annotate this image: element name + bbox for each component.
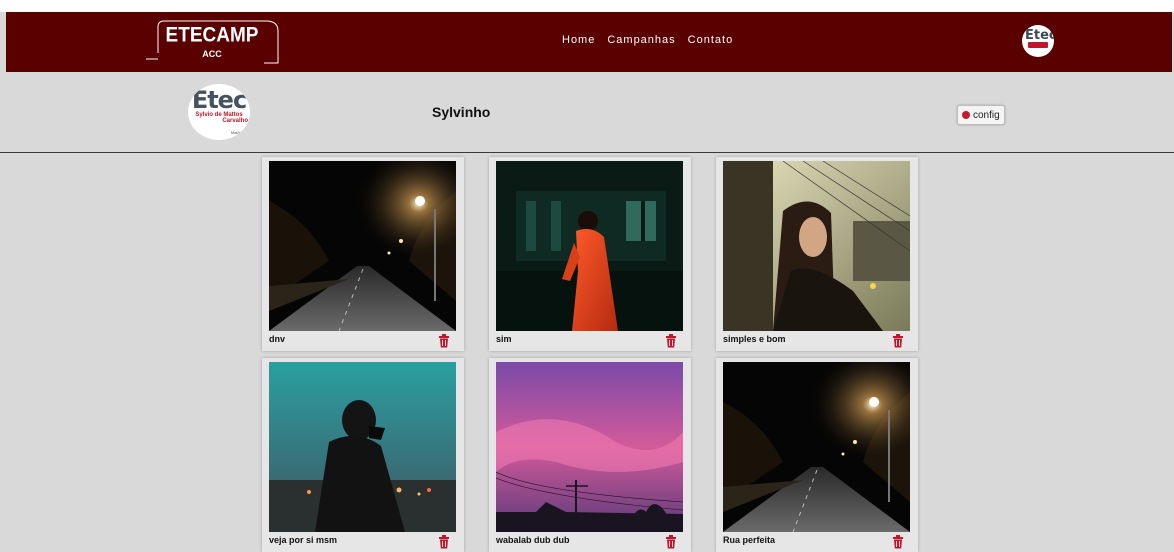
post-card[interactable]: simples e bom [716,157,918,351]
navbar: ETECAMP ACC Home Campanhas Contato Etec [6,12,1172,72]
config-label: config [973,109,1000,121]
post-photo[interactable] [269,161,456,331]
trash-icon[interactable] [892,334,904,348]
nav-link-contato[interactable]: Contato [688,34,734,46]
post-photo[interactable] [269,362,456,532]
nav-link-campanhas[interactable]: Campanhas [607,34,675,46]
masked-person-image [269,362,456,532]
etec-logo-icon: Etec [1025,28,1054,43]
post-card[interactable]: sim [489,157,691,351]
user-avatar[interactable]: Etec [1022,25,1054,57]
trash-icon[interactable] [892,535,904,549]
trash-icon[interactable] [665,334,677,348]
post-caption: wabalab dub dub [496,535,570,545]
trash-icon[interactable] [438,334,450,348]
trash-icon[interactable] [665,535,677,549]
post-photo[interactable] [723,161,910,331]
post-photo[interactable] [723,362,910,532]
night-street-image [723,362,910,532]
top-strip [0,0,1174,12]
etec-logo-band [1028,42,1048,48]
nav-link-home[interactable]: Home [562,34,595,46]
post-caption: sim [496,334,512,344]
config-button[interactable]: config [957,105,1005,125]
profile-logo-word: Etec [191,86,247,114]
person-orange-coat-image [496,161,683,331]
profile-name: Sylvinho [432,104,491,120]
logo-subtitle: ACC [202,49,222,59]
nav-links: Home Campanhas Contato [562,34,733,46]
post-photo[interactable] [496,362,683,532]
pink-sunset-image [496,362,683,532]
logo-title: ETECAMP [165,23,259,47]
post-caption: veja por si msm [269,535,338,545]
post-card[interactable]: dnv [262,157,464,351]
night-street-image [269,161,456,331]
post-caption: Rua perfeita [723,535,776,545]
profile-logo-line2: Carvalho [222,118,248,124]
gear-icon [962,111,970,119]
profile-logo-line3: Matão [230,130,242,135]
trash-icon[interactable] [438,535,450,549]
post-card[interactable]: veja por si msm [262,358,464,552]
site-logo[interactable]: ETECAMP ACC [144,19,280,65]
post-card[interactable]: Rua perfeita [716,358,918,552]
profile-avatar: Etec Sylvio de Mattos Carvalho Matão [188,84,250,140]
post-caption: simples e bom [723,334,786,344]
woman-window-image [723,161,910,331]
post-caption: dnv [269,334,286,344]
profile-header: Etec Sylvio de Mattos Carvalho Matão Syl… [0,72,1174,153]
post-photo[interactable] [496,161,683,331]
page: ETECAMP ACC Home Campanhas Contato Etec … [0,0,1174,552]
post-card[interactable]: wabalab dub dub [489,358,691,552]
